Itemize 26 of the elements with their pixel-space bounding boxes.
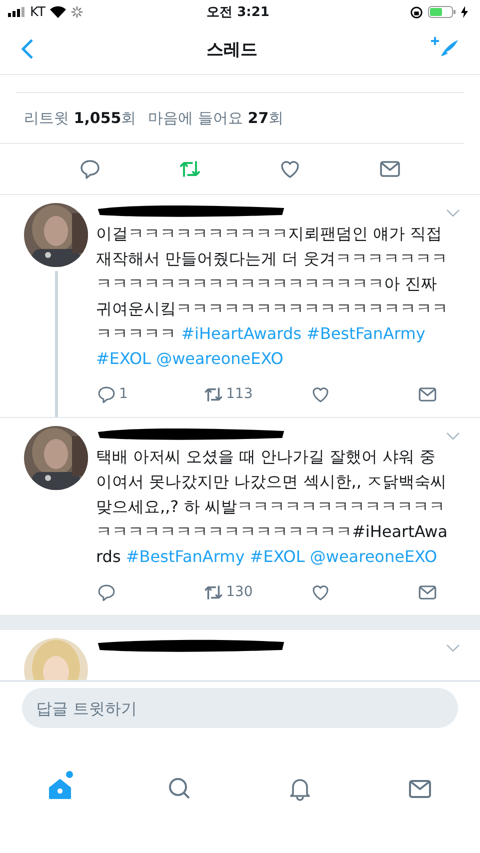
hashtag-link[interactable]: #EXOL	[96, 349, 151, 368]
rotation-lock-icon	[410, 6, 423, 18]
hashtag-link[interactable]: @weareoneEXO	[156, 349, 284, 368]
tweet-text: 이걸ㅋㅋㅋㅋㅋㅋㅋㅋㅋㅋ지뢰팬덤인 얘가 직접 재작해서 만들어줬다는게 더 웃겨ㅋㅋㅋㅋㅋㅋㅋㅋㅋㅋㅋㅋㅋㅋㅋㅋㅋㅋㅋㅋㅋㅋㅋㅋㅋ아 진짜 귀여운시킼ㅋㅋㅋㅋㅋㅋㅋㅋㅋㅋㅋㅋㅋㅋㅋㅋㅋㅋㅋㅋㅋㅋ #iHeartAwards #BestFanArmy #EXOL @weareoneEXO	[96, 223, 448, 370]
battery-icon	[428, 6, 456, 18]
loading-icon	[71, 6, 84, 18]
reply-icon[interactable]	[78, 157, 102, 181]
retweet-count: 113	[226, 386, 253, 402]
hashtag-link[interactable]: @weareoneEXO	[310, 547, 438, 566]
screen-title: 스레드	[206, 38, 258, 60]
charging-icon	[461, 6, 468, 18]
hashtag-link[interactable]: #BestFanArmy	[126, 547, 245, 566]
hashtag-link[interactable]: #iHeartAwards	[181, 324, 302, 343]
reply-count: 1	[119, 386, 128, 402]
hashtag-link[interactable]: #BestFanArmy	[306, 324, 426, 343]
stat-label[interactable]: 마음에 들어요 27회	[148, 108, 284, 128]
signal-icon	[8, 7, 25, 17]
back-icon[interactable]	[20, 38, 34, 60]
tweet-text: 택배 아저씨 오셨을 때 안나가길 잘했어 샤워 중이여서 못나갔지만 나갔으면 섹시한,, ㅈ닭백숙씨 맞으세요,,? 하 씨발ㅋㅋㅋㅋㅋㅋㅋㅋㅋㅋㅋㅋㅋㅋㅋㅋㅋㅋㅋㅋㅋㅋㅋㅋㅋㅋㅋㅋㅋ#iHeartAwards #BestFanArmy #EXOL @weareoneEXO	[96, 446, 448, 568]
stat-label[interactable]: 리트윗 1,055회	[24, 108, 136, 128]
clock-time: 오전 3:21	[206, 4, 270, 21]
carrier-name: KT	[30, 4, 46, 20]
retweet-count: 130	[226, 584, 253, 600]
reply-input-field[interactable]: 답글 트윗하기	[22, 688, 458, 728]
hashtag-link[interactable]: #EXOL	[250, 547, 305, 566]
wifi-icon	[50, 6, 66, 18]
